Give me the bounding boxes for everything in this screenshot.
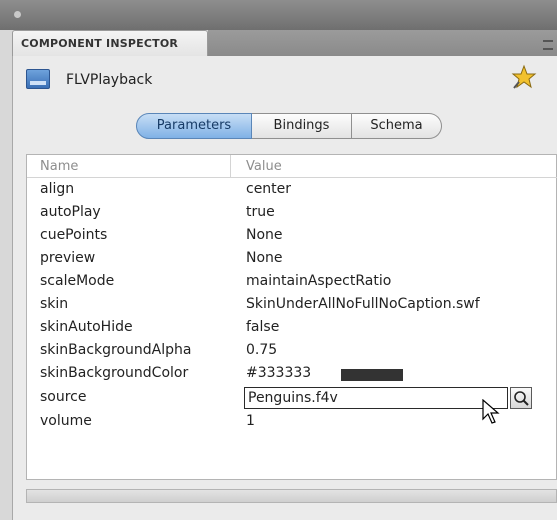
- grid-header: Name Value: [27, 155, 557, 178]
- parameter-value[interactable]: false: [246, 319, 279, 335]
- parameter-value[interactable]: 0.75: [246, 342, 277, 358]
- column-header-name: Name: [40, 159, 79, 174]
- parameter-row-preview[interactable]: preview None: [27, 249, 557, 272]
- parameter-value[interactable]: None: [246, 250, 283, 266]
- tab-component-inspector[interactable]: COMPONENT INSPECTOR: [12, 30, 208, 56]
- horizontal-scrollbar[interactable]: [26, 489, 557, 503]
- parameter-row-source[interactable]: source: [27, 387, 557, 424]
- parameter-name: skin: [40, 296, 69, 312]
- panel-menu-icon[interactable]: [543, 40, 553, 50]
- parameter-name: skinBackgroundColor: [40, 365, 189, 381]
- panel-titlebar[interactable]: [0, 0, 557, 30]
- flvplayback-component-icon: [26, 69, 50, 89]
- parameter-row-cuepoints[interactable]: cuePoints None: [27, 226, 557, 249]
- column-header-value: Value: [246, 159, 282, 174]
- parameter-row-scalemode[interactable]: scaleMode maintainAspectRatio: [27, 272, 557, 295]
- parameter-value[interactable]: maintainAspectRatio: [246, 273, 391, 289]
- tab-parameters[interactable]: Parameters: [136, 113, 252, 139]
- parameter-value[interactable]: #333333: [246, 365, 311, 381]
- parameter-value[interactable]: true: [246, 204, 275, 220]
- parameter-value[interactable]: None: [246, 227, 283, 243]
- source-input[interactable]: [244, 387, 508, 409]
- component-name: FLVPlayback: [66, 72, 153, 88]
- tab-strip: [208, 30, 557, 56]
- parameter-name: skinAutoHide: [40, 319, 133, 335]
- panel-collapse-dot[interactable]: [14, 11, 21, 18]
- parameter-name: preview: [40, 250, 96, 266]
- tab-bindings[interactable]: Bindings: [252, 113, 352, 139]
- parameter-name: scaleMode: [40, 273, 115, 289]
- parameter-name: volume: [40, 413, 92, 429]
- parameters-grid: Name Value align center autoPlay true cu…: [26, 154, 557, 480]
- parameter-row-skinautohide[interactable]: skinAutoHide false: [27, 318, 557, 341]
- magnifier-icon: [514, 391, 529, 406]
- parameter-name: cuePoints: [40, 227, 108, 243]
- pin-icon[interactable]: [511, 64, 537, 90]
- parameter-value[interactable]: 1: [246, 413, 255, 429]
- parameter-row-volume[interactable]: volume 1: [27, 412, 557, 435]
- parameter-row-autoplay[interactable]: autoPlay true: [27, 203, 557, 226]
- parameter-value[interactable]: SkinUnderAllNoFullNoCaption.swf: [246, 296, 480, 312]
- tab-schema[interactable]: Schema: [352, 113, 442, 139]
- parameter-row-align[interactable]: align center: [27, 180, 557, 203]
- color-swatch[interactable]: [341, 369, 403, 381]
- parameter-row-skinbackgroundcolor[interactable]: skinBackgroundColor #333333: [27, 364, 557, 387]
- browse-source-button[interactable]: [510, 387, 532, 409]
- parameter-row-skinbackgroundalpha[interactable]: skinBackgroundAlpha 0.75: [27, 341, 557, 364]
- parameter-name: skinBackgroundAlpha: [40, 342, 192, 358]
- parameter-name: source: [40, 389, 87, 405]
- parameter-name: autoPlay: [40, 204, 101, 220]
- parameter-row-skin[interactable]: skin SkinUnderAllNoFullNoCaption.swf: [27, 295, 557, 318]
- parameter-value[interactable]: center: [246, 181, 291, 197]
- parameter-name: align: [40, 181, 75, 197]
- column-divider[interactable]: [230, 155, 231, 177]
